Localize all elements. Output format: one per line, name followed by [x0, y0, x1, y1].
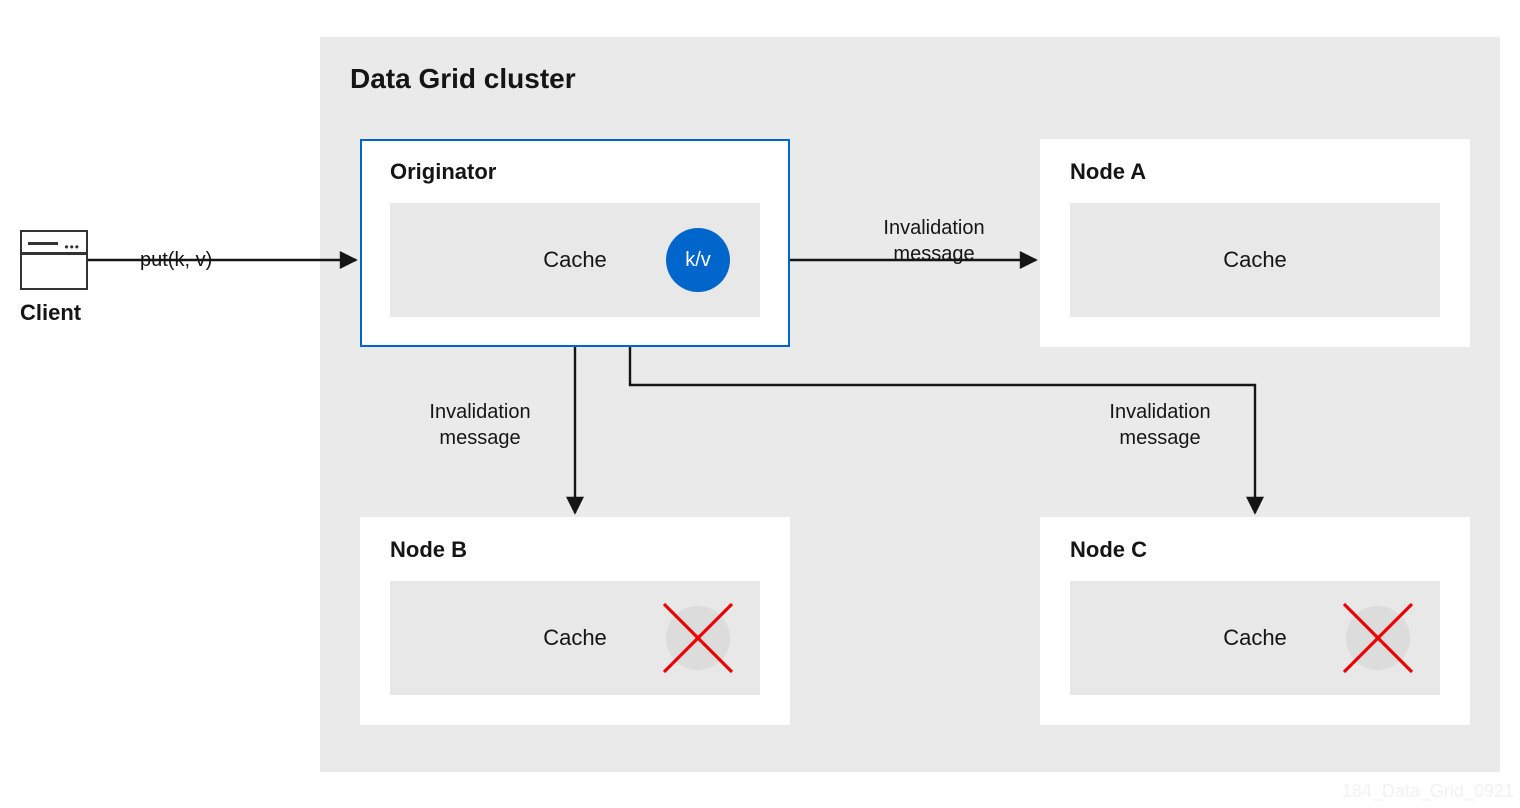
client-window-icon: •••: [20, 230, 88, 290]
node-c-cache-label: Cache: [1223, 625, 1287, 651]
node-a-cache: Cache: [1070, 203, 1440, 317]
node-c-cache: Cache: [1070, 581, 1440, 695]
invalidation-message-a-label: Invalidation message: [854, 216, 1014, 267]
diagram-canvas: ••• Client Data Grid cluster Originator …: [0, 0, 1520, 808]
kv-entry-label: k/v: [685, 249, 711, 272]
node-b-cache-label: Cache: [543, 625, 607, 651]
node-originator-title: Originator: [390, 159, 496, 185]
client-window-titlebar-line: [28, 242, 58, 245]
node-originator-cache-label: Cache: [543, 247, 607, 273]
node-b: Node B Cache: [360, 517, 790, 725]
node-b-cache: Cache: [390, 581, 760, 695]
node-a-title: Node A: [1070, 159, 1146, 185]
node-b-title: Node B: [390, 537, 467, 563]
cluster-title: Data Grid cluster: [350, 63, 576, 95]
put-call-label: put(k, v): [140, 248, 212, 274]
node-c: Node C Cache: [1040, 517, 1470, 725]
invalid-x-icon: [656, 596, 740, 680]
node-a: Node A Cache: [1040, 139, 1470, 347]
node-c-title: Node C: [1070, 537, 1147, 563]
invalidation-message-a-l1: Invalidation: [883, 217, 984, 239]
invalidation-message-c-l2: message: [1119, 427, 1200, 449]
node-originator-cache: Cache k/v: [390, 203, 760, 317]
invalidation-message-c-l1: Invalidation: [1109, 401, 1210, 423]
invalid-x-icon: [1336, 596, 1420, 680]
invalidation-message-c-label: Invalidation message: [1080, 400, 1240, 451]
node-a-cache-label: Cache: [1223, 247, 1287, 273]
invalidation-message-b-label: Invalidation message: [400, 400, 560, 451]
invalidation-message-a-l2: message: [893, 243, 974, 265]
invalidation-message-b-l2: message: [439, 427, 520, 449]
watermark-text: 184_Data_Grid_0921: [1342, 781, 1514, 802]
kv-entry-badge: k/v: [666, 228, 730, 292]
client-label: Client: [20, 300, 81, 326]
node-originator: Originator Cache k/v: [360, 139, 790, 347]
client-window-divider: [22, 252, 86, 255]
invalidation-message-b-l1: Invalidation: [429, 401, 530, 423]
